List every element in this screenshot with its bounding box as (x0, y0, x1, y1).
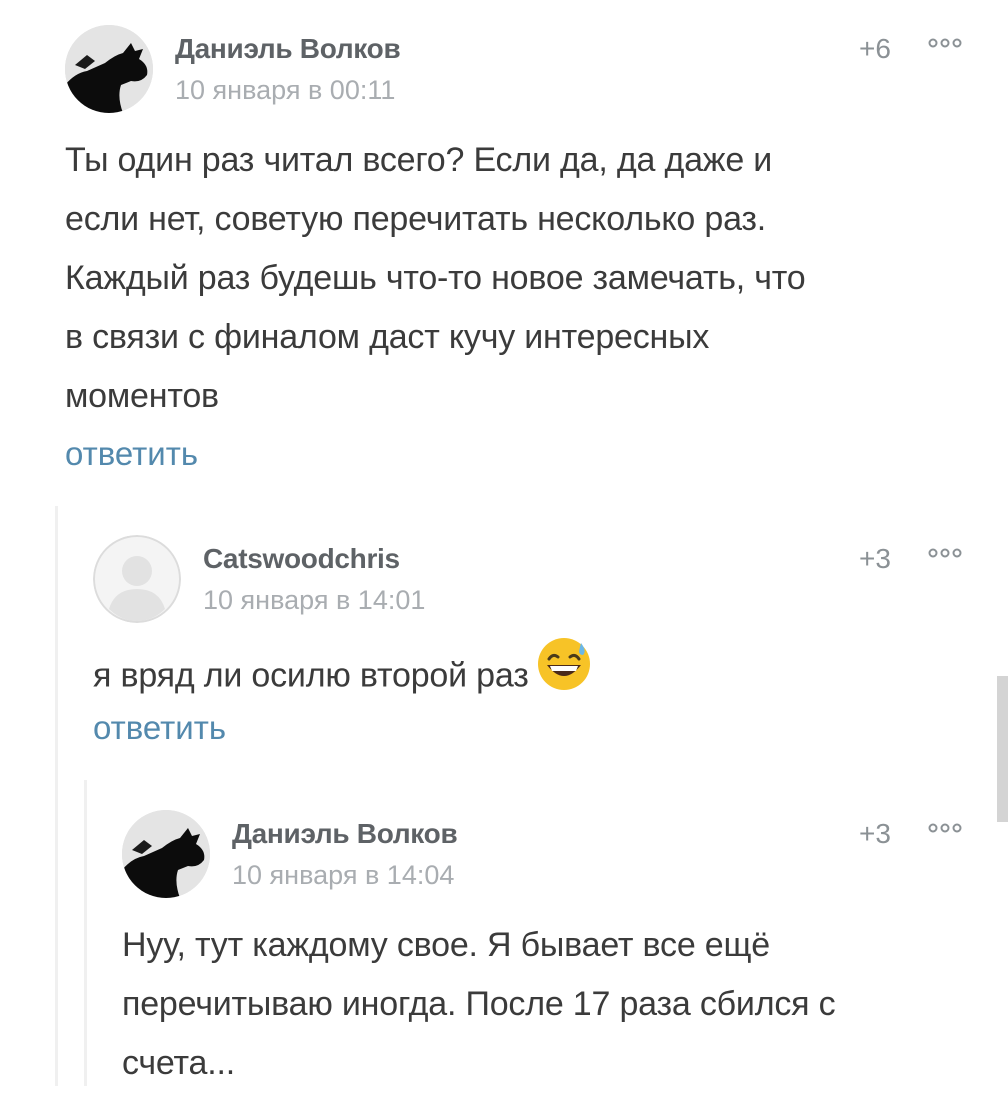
comment: Даниэль Волков 10 января в 14:04 +3 Нуу,… (122, 810, 972, 1086)
avatar[interactable] (93, 535, 181, 623)
comment-text: Нуу, тут каждому свое. Я бывает все ещё … (122, 916, 972, 1093)
comment-date: 10 января в 00:11 (175, 75, 396, 105)
thread-line-level-1 (55, 506, 58, 1086)
grinning-sweat-emoji (537, 637, 591, 710)
comment-text: Ты один раз читал всего? Если да, да даж… (65, 131, 965, 426)
comment-text-line: если нет, советую перечитать несколько р… (65, 200, 767, 238)
wolf-avatar-icon (122, 810, 210, 898)
comment-date: 10 января в 14:01 (203, 585, 426, 615)
user-silhouette-icon (93, 535, 181, 623)
comment-author[interactable]: Даниэль Волков (232, 818, 458, 850)
comment-author[interactable]: Catswoodchris (203, 543, 400, 575)
more-dots-icon[interactable] (927, 35, 963, 51)
more-dots-icon[interactable] (927, 545, 963, 561)
comment-text-line: перечитываю иногда. После 17 раза сбился… (122, 985, 836, 1023)
comment-text-line: я вряд ли осилю второй раз (93, 656, 529, 695)
comment-text-line: Ты один раз читал всего? Если да, да даж… (65, 141, 773, 179)
comment-text-line: Каждый раз будешь что-то новое замечать,… (65, 259, 806, 297)
comment-rating: +3 (859, 818, 891, 849)
reply-link[interactable]: ответить (65, 435, 198, 473)
comment: Даниэль Волков 10 января в 00:11 +6 Ты о… (65, 25, 965, 485)
avatar[interactable] (122, 810, 210, 898)
comment-text: я вряд ли осилю второй раз (93, 638, 953, 710)
avatar[interactable] (65, 25, 153, 113)
comment-rating: +3 (859, 543, 891, 574)
comment-text-line: счета... (122, 1044, 235, 1082)
more-dots-icon[interactable] (927, 820, 963, 836)
comment-author[interactable]: Даниэль Волков (175, 33, 401, 65)
comment-text-line: моментов (65, 377, 219, 415)
comment: Catswoodchris 10 января в 14:01 +3 я вря… (93, 535, 973, 755)
thread-line-level-2 (84, 780, 87, 1086)
comment-text-line: в связи с финалом даст кучу интересных (65, 318, 710, 356)
comment-date: 10 января в 14:04 (232, 860, 455, 890)
comment-text-line: Нуу, тут каждому свое. Я бывает все ещё (122, 926, 770, 964)
reply-link[interactable]: ответить (93, 709, 226, 747)
wolf-avatar-icon (65, 25, 153, 113)
scrollbar[interactable] (997, 676, 1008, 822)
comment-rating: +6 (859, 33, 891, 64)
